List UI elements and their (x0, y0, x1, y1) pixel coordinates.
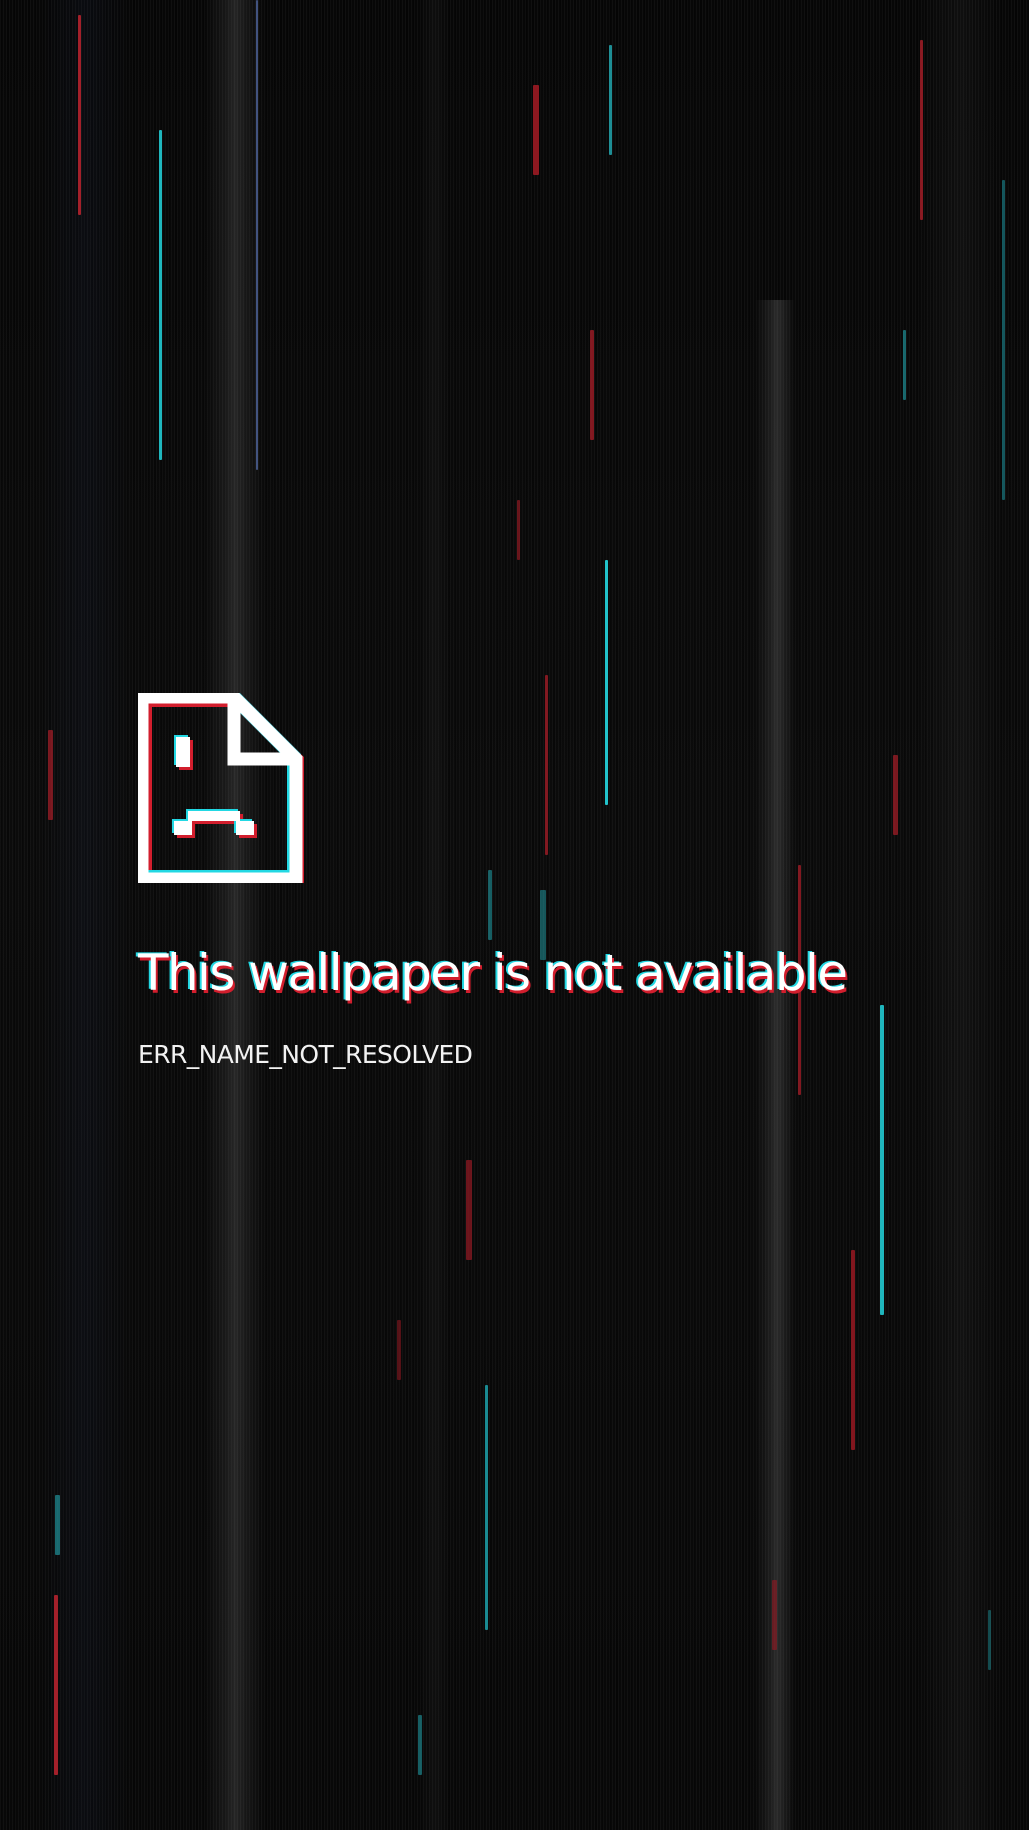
glitch-streak (1002, 180, 1005, 500)
glitch-streak (920, 40, 923, 220)
glitch-streak (418, 1715, 422, 1775)
glitch-streak (485, 1385, 488, 1630)
sad-page-icon (138, 693, 304, 883)
glitch-streak (256, 0, 258, 470)
glitch-streak (533, 85, 539, 175)
glitch-streak (609, 45, 612, 155)
glitch-wallpaper-background: This wallpaper is not available ERR_NAME… (0, 0, 1029, 1830)
glitch-streak (78, 15, 81, 215)
error-title: This wallpaper is not available (138, 944, 848, 1002)
glitch-streak (851, 1250, 855, 1450)
glitch-streak (159, 130, 162, 460)
glitch-streak (772, 1580, 777, 1650)
glitch-streak (590, 330, 594, 440)
glitch-streak (48, 730, 53, 820)
static-band (40, 0, 130, 1830)
glitch-streak (466, 1160, 472, 1260)
glitch-streak (903, 330, 906, 400)
glitch-streak (988, 1610, 991, 1670)
glitch-streak (397, 1320, 401, 1380)
glitch-streak (517, 500, 520, 560)
glitch-streak (55, 1495, 60, 1555)
glitch-streak (54, 1595, 58, 1775)
error-message-block: This wallpaper is not available ERR_NAME… (138, 693, 998, 1067)
error-code: ERR_NAME_NOT_RESOLVED (138, 1040, 473, 1069)
